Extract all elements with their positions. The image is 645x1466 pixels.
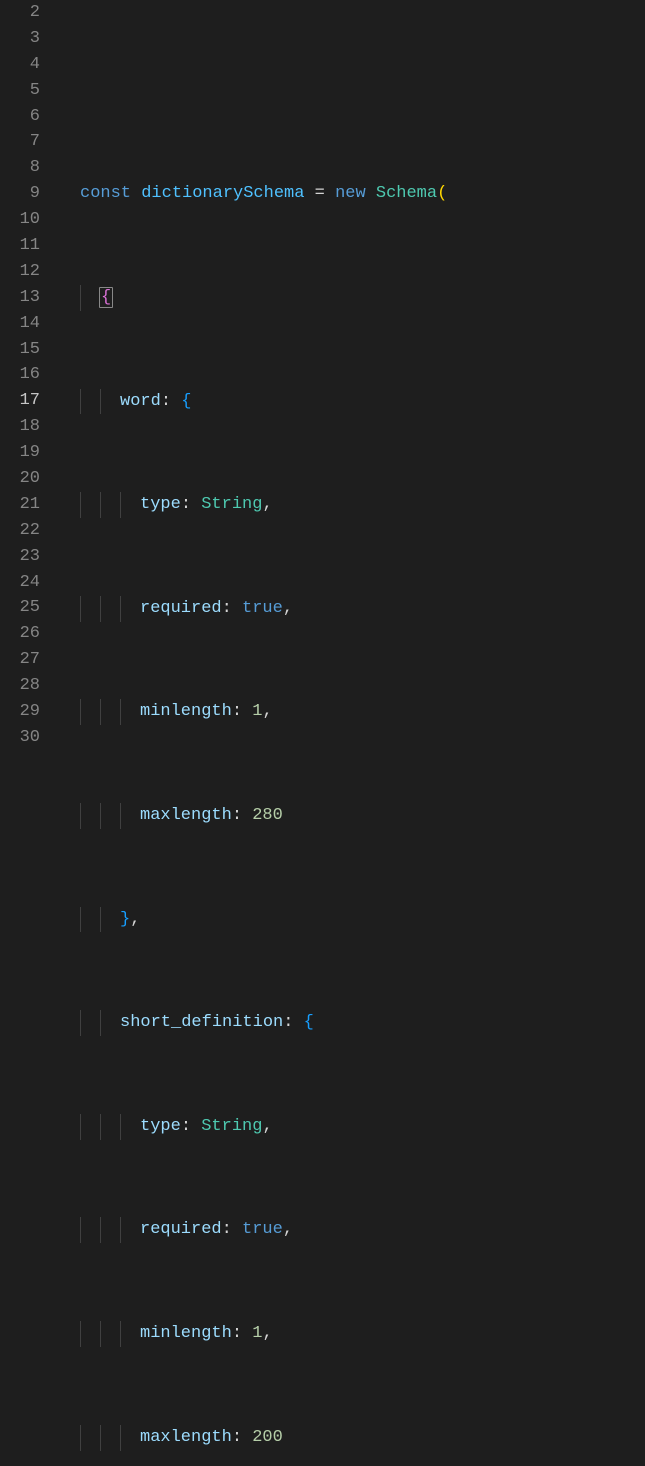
line-number: 14 [0, 311, 40, 337]
colon: : [222, 1220, 232, 1239]
property-required: required [140, 1220, 222, 1239]
code-content[interactable]: const dictionarySchema = new Schema( { w… [60, 0, 645, 733]
brace-open: { [99, 287, 113, 308]
colon: : [232, 702, 242, 721]
line-number: 5 [0, 78, 40, 104]
number-literal: 200 [252, 1428, 283, 1447]
boolean-true: true [242, 1220, 283, 1239]
line-number: 11 [0, 233, 40, 259]
colon: : [181, 495, 191, 514]
property-short-definition: short_definition [120, 1013, 283, 1032]
property-word: word [120, 392, 161, 411]
comma: , [283, 599, 293, 618]
line-number: 2 [0, 0, 40, 26]
line-number: 15 [0, 337, 40, 363]
line-number: 13 [0, 285, 40, 311]
line-number: 4 [0, 52, 40, 78]
property-maxlength: maxlength [140, 1428, 232, 1447]
property-maxlength: maxlength [140, 806, 232, 825]
paren-open: ( [437, 184, 447, 203]
colon: : [232, 1324, 242, 1343]
line-number-gutter: 2 3 4 5 6 7 8 9 10 11 12 13 14 15 16 17 … [0, 0, 60, 733]
code-line[interactable]: maxlength: 200 [60, 1425, 645, 1451]
code-line[interactable]: minlength: 1, [60, 699, 645, 725]
brace-open: { [181, 392, 191, 411]
boolean-true: true [242, 599, 283, 618]
line-number: 20 [0, 466, 40, 492]
line-number: 10 [0, 207, 40, 233]
colon: : [283, 1013, 293, 1032]
property-type: type [140, 495, 181, 514]
code-line[interactable]: const dictionarySchema = new Schema( [60, 181, 645, 207]
code-line[interactable]: maxlength: 280 [60, 803, 645, 829]
colon: : [222, 599, 232, 618]
keyword-const: const [80, 184, 131, 203]
colon: : [232, 1428, 242, 1447]
line-number: 17 [0, 388, 40, 414]
code-line[interactable]: type: String, [60, 492, 645, 518]
code-line[interactable]: { [60, 285, 645, 311]
comma: , [262, 1117, 272, 1136]
line-number: 30 [0, 725, 40, 751]
comma: , [130, 910, 140, 929]
comma: , [262, 1324, 272, 1343]
line-number: 16 [0, 362, 40, 388]
line-number: 3 [0, 26, 40, 52]
operator: = [315, 184, 325, 203]
line-number: 6 [0, 104, 40, 130]
property-required: required [140, 599, 222, 618]
property-minlength: minlength [140, 702, 232, 721]
type-string: String [201, 1117, 262, 1136]
code-line[interactable] [60, 78, 645, 104]
number-literal: 1 [252, 1324, 262, 1343]
line-number: 9 [0, 181, 40, 207]
line-number: 21 [0, 492, 40, 518]
comma: , [283, 1220, 293, 1239]
line-number: 12 [0, 259, 40, 285]
code-line[interactable]: type: String, [60, 1114, 645, 1140]
line-number: 7 [0, 129, 40, 155]
code-line[interactable]: short_definition: { [60, 1010, 645, 1036]
number-literal: 1 [252, 702, 262, 721]
line-number: 8 [0, 155, 40, 181]
class-name: Schema [376, 184, 437, 203]
line-number: 29 [0, 699, 40, 725]
code-line[interactable]: minlength: 1, [60, 1321, 645, 1347]
line-number: 24 [0, 570, 40, 596]
comma: , [262, 495, 272, 514]
code-editor[interactable]: 2 3 4 5 6 7 8 9 10 11 12 13 14 15 16 17 … [0, 0, 645, 733]
line-number: 22 [0, 518, 40, 544]
line-number: 25 [0, 595, 40, 621]
brace-open: { [304, 1013, 314, 1032]
property-minlength: minlength [140, 1324, 232, 1343]
property-type: type [140, 1117, 181, 1136]
code-line[interactable]: }, [60, 907, 645, 933]
colon: : [181, 1117, 191, 1136]
type-string: String [201, 495, 262, 514]
line-number: 19 [0, 440, 40, 466]
code-line[interactable]: required: true, [60, 596, 645, 622]
code-line[interactable]: required: true, [60, 1217, 645, 1243]
variable-name: dictionarySchema [141, 184, 304, 203]
colon: : [161, 392, 171, 411]
line-number: 18 [0, 414, 40, 440]
line-number: 27 [0, 647, 40, 673]
code-line[interactable]: word: { [60, 389, 645, 415]
number-literal: 280 [252, 806, 283, 825]
comma: , [262, 702, 272, 721]
line-number: 26 [0, 621, 40, 647]
keyword-new: new [335, 184, 366, 203]
line-number: 23 [0, 544, 40, 570]
brace-close: } [120, 910, 130, 929]
colon: : [232, 806, 242, 825]
line-number: 28 [0, 673, 40, 699]
